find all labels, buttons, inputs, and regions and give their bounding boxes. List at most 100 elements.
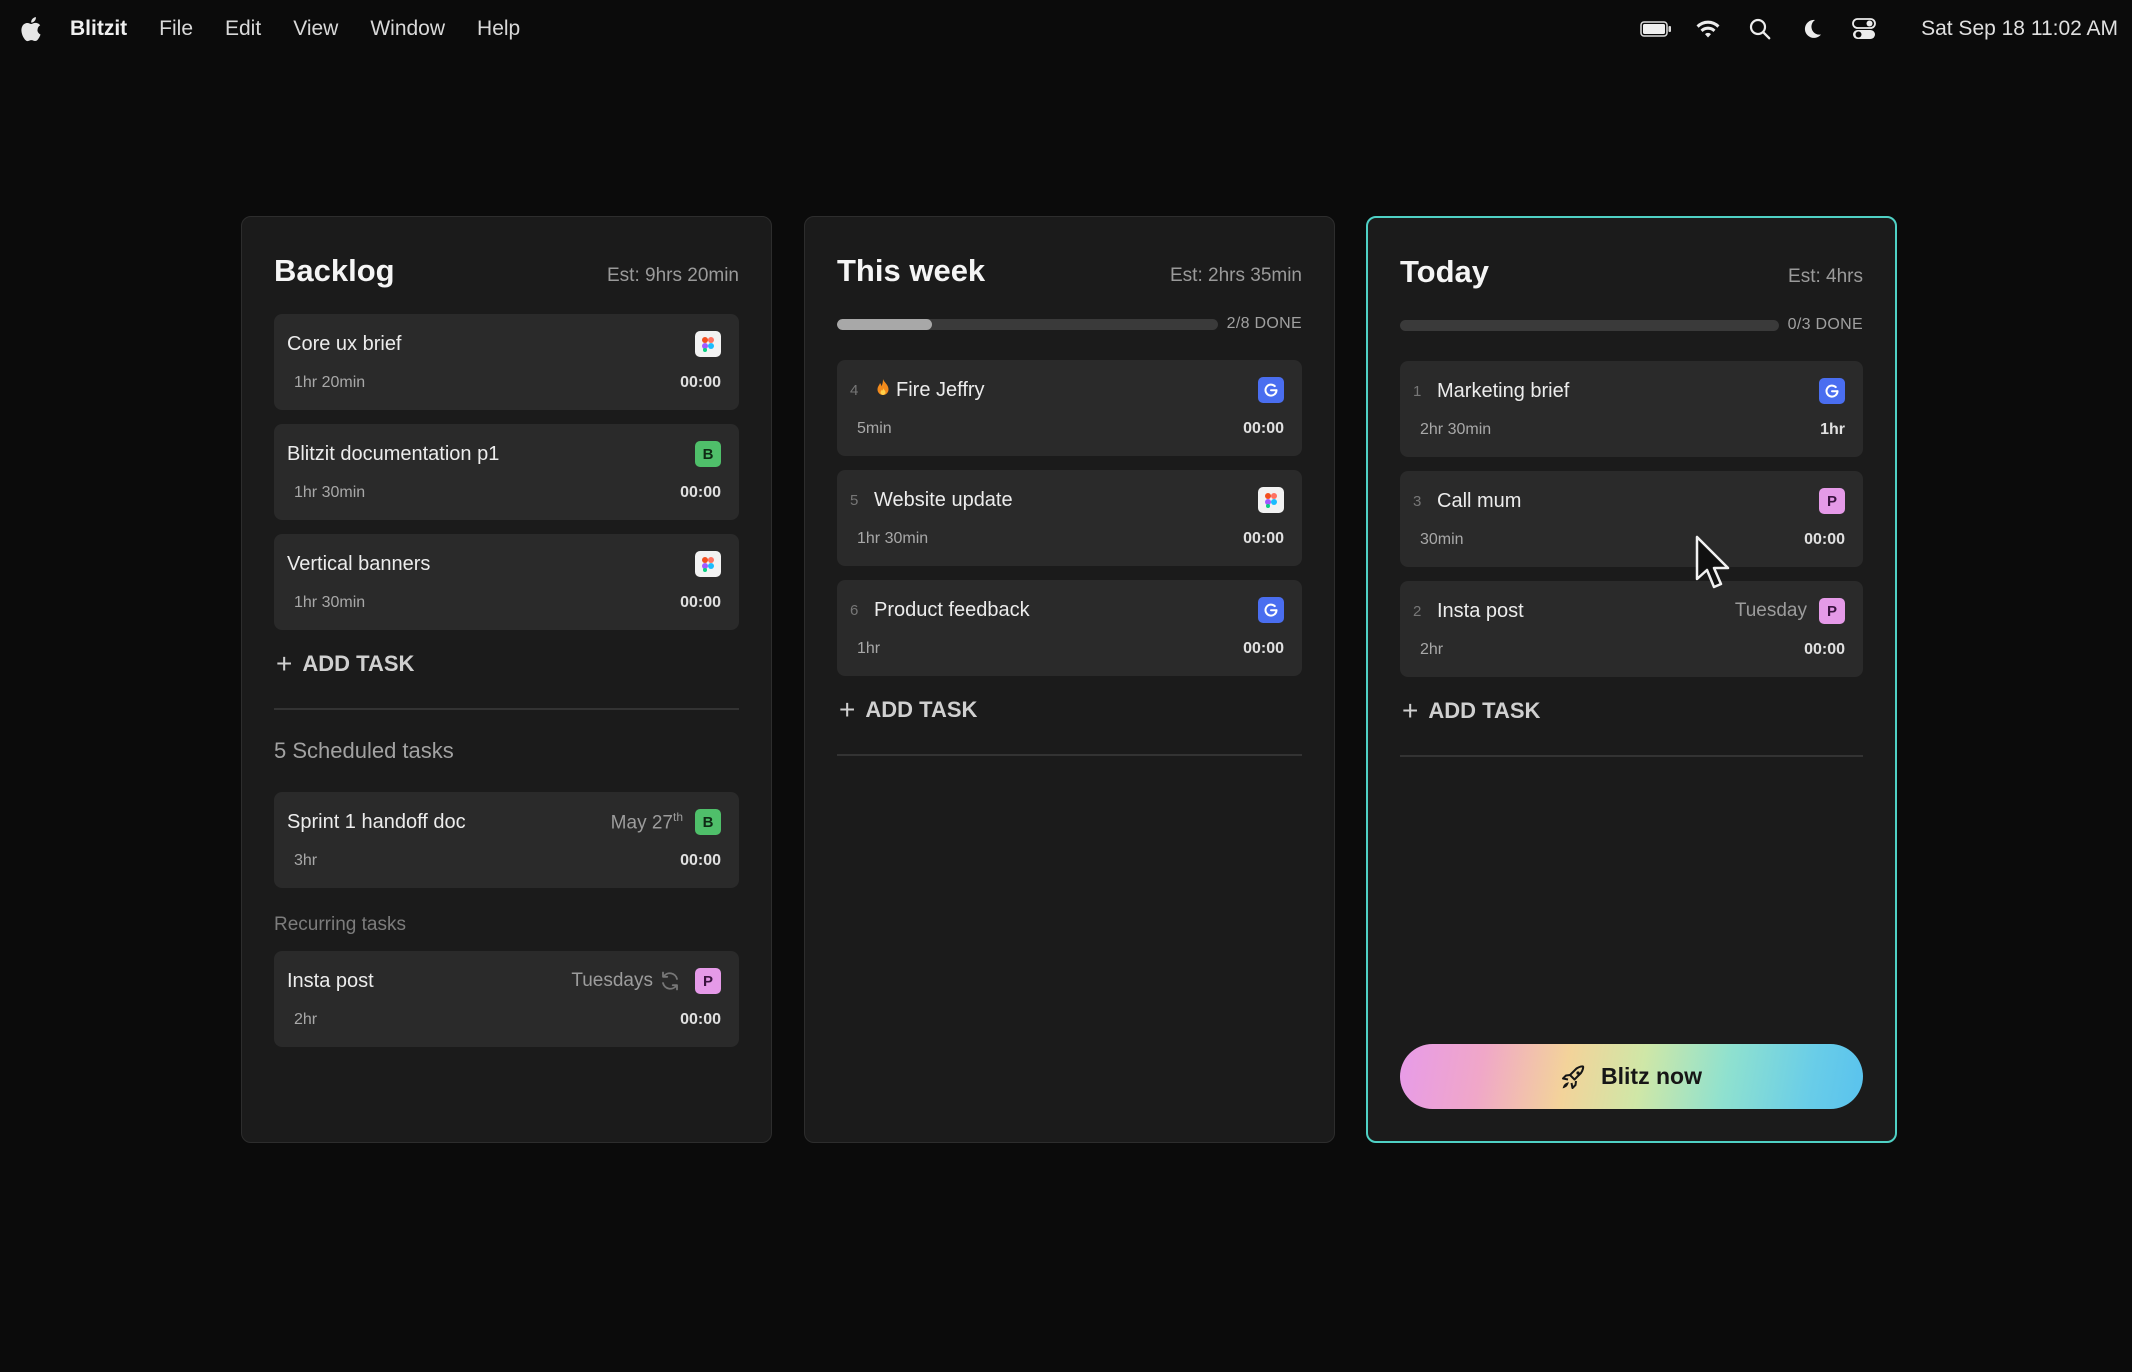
task-duration: 1hr 30min <box>294 484 366 501</box>
add-task-label: ADD TASK <box>1428 698 1541 723</box>
figma-icon <box>1258 487 1284 513</box>
project-badge-b: B <box>695 441 721 467</box>
task-timer: 00:00 <box>680 484 721 501</box>
menu-app-name[interactable]: Blitzit <box>70 17 127 41</box>
task-date: Tuesday <box>1734 600 1807 621</box>
repeat-icon <box>659 969 683 993</box>
battery-icon[interactable] <box>1639 14 1673 44</box>
divider <box>837 754 1302 756</box>
task-card[interactable]: 1 Marketing brief 2hr 30min 1hr <box>1400 361 1863 457</box>
task-recurrence: Tuesdays <box>571 970 653 991</box>
task-title: Call mum <box>1437 489 1522 512</box>
menu-window[interactable]: Window <box>370 17 445 41</box>
task-timer: 00:00 <box>1243 530 1284 547</box>
column-title: This week <box>837 253 986 288</box>
task-timer: 00:00 <box>680 594 721 611</box>
scheduled-tasks-label: 5 Scheduled tasks <box>274 738 454 763</box>
task-order: 4 <box>850 381 859 399</box>
task-duration: 1hr <box>857 640 881 657</box>
task-timer: 00:00 <box>680 1011 721 1028</box>
task-order: 5 <box>850 491 859 509</box>
task-title: Sprint 1 handoff doc <box>287 810 466 833</box>
task-card[interactable]: Vertical banners 1hr 30min 00:00 <box>274 534 739 630</box>
column-estimate: Est: 9hrs 20min <box>607 265 739 286</box>
wifi-icon[interactable] <box>1691 14 1725 44</box>
progress-track <box>1400 319 1779 331</box>
task-title: Fire Jeffry <box>896 378 985 401</box>
menubar-clock[interactable]: Sat Sep 18 11:02 AM <box>1921 17 2118 41</box>
divider <box>274 708 739 710</box>
moon-icon[interactable] <box>1795 14 1829 44</box>
project-badge-p: P <box>1819 488 1845 514</box>
plus-icon: + <box>839 694 856 725</box>
control-center-icon[interactable] <box>1847 14 1881 44</box>
search-icon[interactable] <box>1743 14 1777 44</box>
task-card[interactable]: 6 Product feedback 1hr 00:00 <box>837 580 1302 676</box>
task-timer: 00:00 <box>680 852 721 869</box>
add-task-button[interactable]: + ADD TASK <box>1400 691 1863 731</box>
task-date: May 27th <box>610 809 683 834</box>
blitz-now-button[interactable]: Blitz now <box>1400 1044 1863 1109</box>
task-title: Core ux brief <box>287 332 402 355</box>
task-duration: 1hr 20min <box>294 374 366 391</box>
task-card[interactable]: Insta post Tuesdays P 2hr 00:00 <box>274 951 739 1047</box>
progress-bar: 2/8 DONE <box>837 314 1302 334</box>
task-card[interactable]: 4 Fire Jeffry 5min 00:00 <box>837 360 1302 456</box>
task-duration: 2hr <box>294 1011 318 1028</box>
task-timer: 1hr <box>1820 421 1845 438</box>
task-order: 3 <box>1413 492 1422 510</box>
backlog-column: Backlog Est: 9hrs 20min Core ux brief 1h… <box>241 216 772 1143</box>
this-week-column: This week Est: 2hrs 35min 2/8 DONE 4 Fir… <box>804 216 1335 1143</box>
task-title: Blitzit documentation p1 <box>287 442 500 465</box>
apple-icon[interactable] <box>20 14 46 44</box>
column-title: Backlog <box>274 253 395 288</box>
menu-view[interactable]: View <box>293 17 338 41</box>
project-badge-p: P <box>695 968 721 994</box>
task-timer: 00:00 <box>1243 420 1284 437</box>
task-card[interactable]: 3 Call mum P 30min 00:00 <box>1400 471 1863 567</box>
task-order: 6 <box>850 601 859 619</box>
add-task-label: ADD TASK <box>302 651 415 676</box>
task-card[interactable]: Core ux brief 1hr 20min 00:00 <box>274 314 739 410</box>
google-icon <box>1258 377 1284 403</box>
progress-fill <box>837 318 933 330</box>
recurring-tasks-label: Recurring tasks <box>274 914 406 935</box>
task-card[interactable]: Sprint 1 handoff doc May 27th B 3hr 00:0… <box>274 792 739 888</box>
project-badge-b: B <box>695 809 721 835</box>
menu-bar: Blitzit File Edit View Window Help Sat S… <box>0 0 2132 57</box>
menu-edit[interactable]: Edit <box>225 17 261 41</box>
plus-icon: + <box>1402 695 1419 726</box>
task-duration: 30min <box>1420 531 1464 548</box>
task-title: Product feedback <box>874 598 1030 621</box>
task-duration: 1hr 30min <box>294 594 366 611</box>
add-task-label: ADD TASK <box>865 697 978 722</box>
task-duration: 3hr <box>294 852 318 869</box>
task-timer: 00:00 <box>680 374 721 391</box>
task-timer: 00:00 <box>1804 641 1845 658</box>
task-timer: 00:00 <box>1804 531 1845 548</box>
rocket-icon <box>1561 1064 1587 1090</box>
task-title: Insta post <box>1437 599 1524 622</box>
google-icon <box>1819 378 1845 404</box>
add-task-button[interactable]: + ADD TASK <box>837 690 1302 730</box>
menu-help[interactable]: Help <box>477 17 520 41</box>
column-estimate: Est: 4hrs <box>1788 266 1863 287</box>
menu-file[interactable]: File <box>159 17 193 41</box>
task-card[interactable]: Blitzit documentation p1 B 1hr 30min 00:… <box>274 424 739 520</box>
add-task-button[interactable]: + ADD TASK <box>274 644 739 684</box>
task-title: Website update <box>874 488 1013 511</box>
task-order: 1 <box>1413 382 1422 400</box>
task-timer: 00:00 <box>1243 640 1284 657</box>
task-card[interactable]: 5 Website update 1hr 30min 00:00 <box>837 470 1302 566</box>
plus-icon: + <box>276 648 293 679</box>
progress-label: 2/8 DONE <box>1226 315 1302 332</box>
fire-icon <box>874 378 892 403</box>
task-duration: 5min <box>857 420 892 437</box>
task-duration: 1hr 30min <box>857 530 929 547</box>
task-order: 2 <box>1413 602 1422 620</box>
google-icon <box>1258 597 1284 623</box>
task-duration: 2hr <box>1420 641 1444 658</box>
task-card[interactable]: 2 Insta post Tuesday P 2hr 00:00 <box>1400 581 1863 677</box>
column-title: Today <box>1400 254 1489 289</box>
progress-bar: 0/3 DONE <box>1400 315 1863 335</box>
